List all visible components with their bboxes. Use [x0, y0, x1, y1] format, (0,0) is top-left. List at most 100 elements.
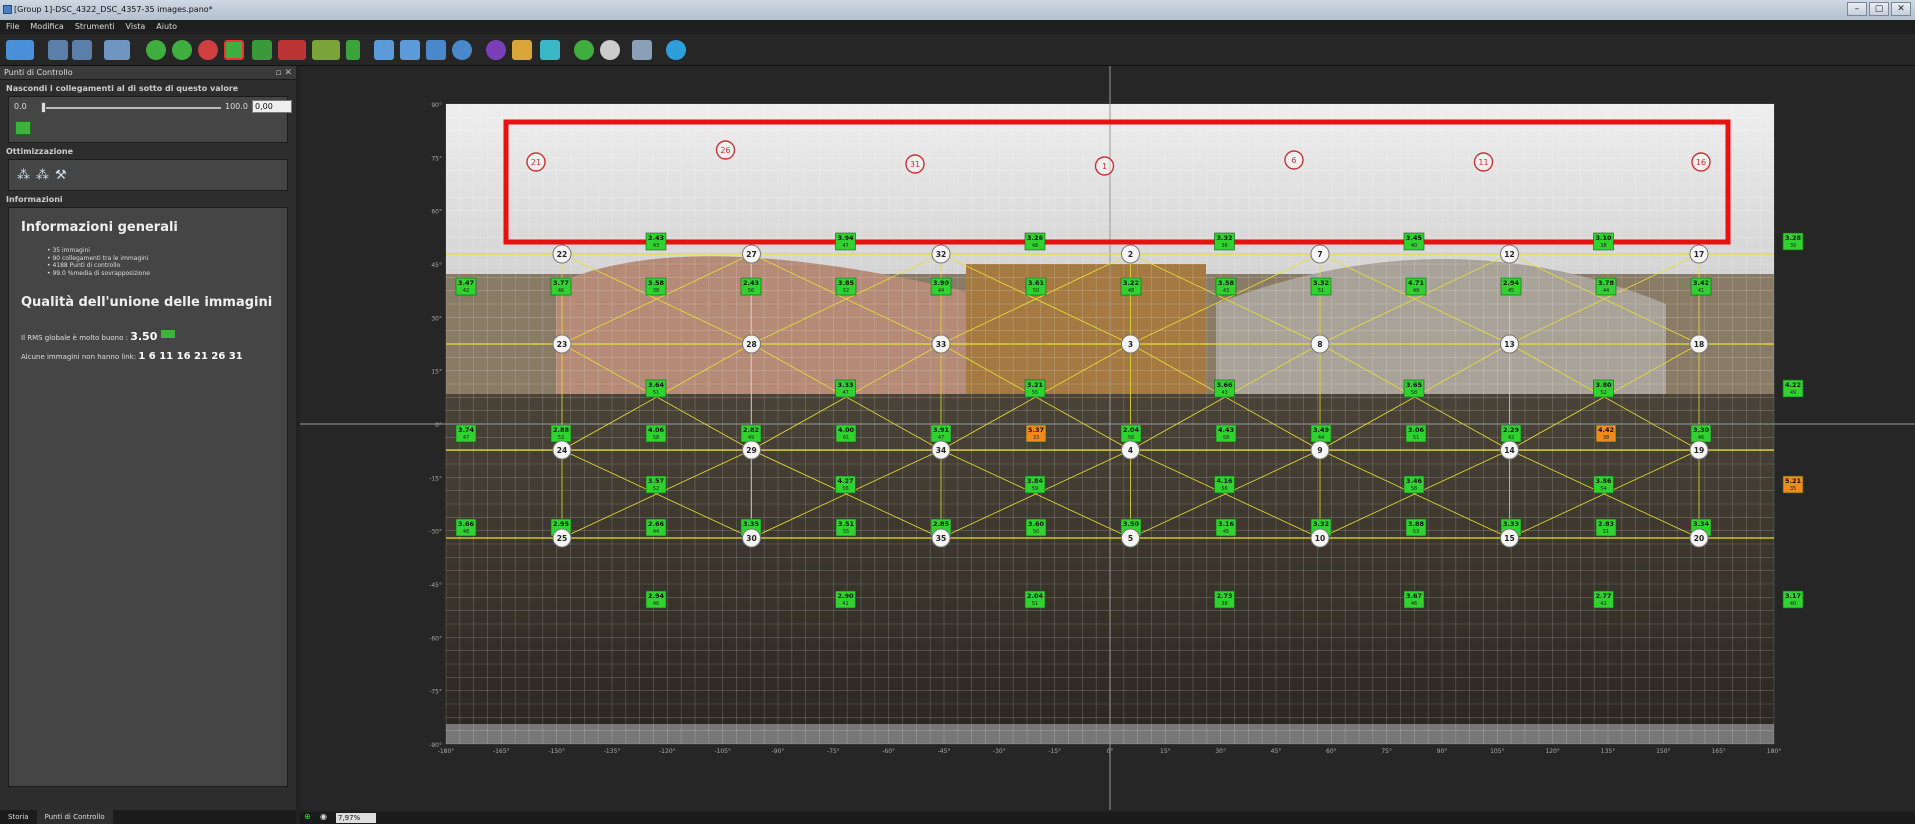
rms-line: Il RMS globale è molto buono : 3.50 [21, 330, 275, 343]
zoom-fit-icon[interactable]: ⊕ [304, 812, 311, 821]
link-rms-value: 3.28 [1785, 234, 1802, 242]
toolbar [0, 34, 1915, 66]
link-rms-value: 2.66 [648, 520, 665, 528]
bottom-tabs: Storia Punti di Controllo [0, 810, 296, 824]
new-project-icon[interactable] [6, 40, 34, 60]
ochre-building [966, 264, 1206, 404]
unlinked-image-label: 6 [1291, 156, 1296, 165]
link-point-count: 43 [653, 243, 659, 249]
maximize-button[interactable]: ▢ [1869, 2, 1889, 16]
x-tick-label: 165° [1711, 748, 1725, 755]
x-tick-label: -165° [493, 748, 510, 755]
tab-history[interactable]: Storia [0, 810, 37, 824]
unlinked-image-label: 16 [1696, 158, 1706, 167]
link-point-count: 44 [653, 529, 659, 535]
link-point-count: 56 [748, 288, 754, 294]
menu-edit[interactable]: Modifica [30, 20, 63, 34]
minimize-button[interactable]: – [1847, 2, 1867, 16]
link-rms-value: 3.10 [1595, 234, 1612, 242]
link-rms-value: 2.85 [933, 520, 950, 528]
image-node-label: 33 [936, 340, 946, 349]
tab-control-points[interactable]: Punti di Controllo [36, 810, 113, 824]
move-image-icon[interactable] [400, 40, 420, 60]
projection-icon[interactable] [104, 40, 130, 60]
delete-control-point-icon[interactable] [198, 40, 218, 60]
optimize-images-icon[interactable]: ⁂ [36, 168, 49, 183]
preview-icon[interactable] [540, 40, 560, 60]
link-point-count: 38 [1603, 435, 1609, 441]
panorama-viewport[interactable]: 21 26 31 1 6 11 16 2.43 43 3.94 47 3.26 48 3.32 36 3.45… [300, 66, 1915, 810]
move-control-point-icon[interactable] [172, 40, 192, 60]
optimize-points-icon[interactable]: ⁂ [17, 168, 30, 183]
link-rms-value: 3.06 [1408, 426, 1425, 434]
link-point-count: 49 [1790, 390, 1796, 396]
quality-heading: Qualità dell'unione delle immagini [21, 295, 273, 310]
link-rms-value: 3.32 [1313, 279, 1329, 287]
y-tick-label: 45° [431, 262, 442, 269]
threshold-slider-track[interactable] [45, 107, 221, 109]
panorama-canvas[interactable]: 212631 16 11 162.43433.94473.26483.32363.45… [300, 66, 1915, 810]
search-icon[interactable] [574, 40, 594, 60]
threshold-slider-handle[interactable] [41, 102, 46, 113]
straight-line-icon[interactable] [346, 40, 360, 60]
menu-help[interactable]: Aiuto [156, 20, 177, 34]
vertical-line-icon[interactable] [278, 40, 306, 60]
select-control-point-icon[interactable] [224, 40, 244, 60]
link-rms-value: 3.16 [1218, 520, 1235, 528]
link-point-count: 45 [1508, 288, 1514, 294]
link-point-count: 48 [1128, 288, 1134, 294]
x-tick-label: 135° [1601, 748, 1615, 755]
link-rms-value: 3.35 [743, 520, 760, 528]
wrench-icon[interactable] [632, 40, 652, 60]
link-point-count: 47 [938, 435, 944, 441]
threshold-spinbox[interactable]: 0,00 [252, 100, 292, 113]
link-rms-value: 2.95 [553, 520, 570, 528]
image-node-label: 8 [1317, 340, 1322, 349]
link-rms-value: 3.34 [1693, 520, 1710, 528]
unlinked-images-line: Alcune immagini non hanno link: 1 6 11 1… [21, 351, 243, 362]
link-point-count: 42 [1508, 435, 1514, 441]
panel-close-icon[interactable]: ▫ ✕ [275, 66, 292, 80]
rotate-image-icon[interactable] [426, 40, 446, 60]
link-point-count: 53 [558, 435, 564, 441]
auto-align-icon[interactable] [486, 40, 506, 60]
link-point-count: 39 [1790, 243, 1796, 249]
control-points-panel: Punti di Controllo ▫ ✕ Nascondi i colleg… [0, 66, 296, 810]
help-icon[interactable] [666, 40, 686, 60]
link-point-count: 40 [1790, 601, 1796, 607]
link-point-count: 43 [1221, 390, 1227, 396]
link-point-count: 55 [1032, 390, 1038, 396]
horizontal-line-icon[interactable] [312, 40, 340, 60]
image-node-label: 4 [1128, 446, 1133, 455]
zoom-reset-icon[interactable]: ◉ [320, 812, 327, 821]
zoom-spinbox[interactable]: 7,97% [336, 813, 376, 823]
x-tick-label: 60° [1326, 748, 1337, 755]
menu-file[interactable]: File [6, 20, 19, 34]
link-rms-value: 2.94 [1503, 279, 1520, 287]
menu-view[interactable]: Vista [126, 20, 146, 34]
y-tick-label: 0° [435, 422, 442, 429]
link-rms-value: 3.42 [1693, 279, 1709, 287]
redo-icon[interactable] [72, 40, 92, 60]
y-tick-label: 60° [431, 209, 442, 216]
undo-icon[interactable] [48, 40, 68, 60]
center-icon[interactable] [452, 40, 472, 60]
menu-tools[interactable]: Strumenti [75, 20, 115, 34]
close-button[interactable]: ✕ [1891, 2, 1911, 16]
link-point-count: 54 [1600, 486, 1606, 492]
image-node-label: 35 [936, 534, 946, 543]
gear-icon[interactable] [600, 40, 620, 60]
link-point-count: 51 [1603, 529, 1609, 535]
add-control-point-icon[interactable] [146, 40, 166, 60]
optimize-wrench-icon[interactable]: ⚒ [55, 168, 67, 183]
link-point-count: 38 [653, 288, 659, 294]
link-rms-value: 4.16 [1216, 477, 1233, 485]
apply-threshold-icon[interactable] [15, 121, 31, 135]
color-correction-icon[interactable] [512, 40, 532, 60]
link-point-count: 48 [463, 529, 469, 535]
link-point-count: 36 [1221, 243, 1227, 249]
link-point-count: 46 [1698, 435, 1704, 441]
select-image-icon[interactable] [374, 40, 394, 60]
quality-flag-icon [161, 330, 176, 338]
grid-point-icon[interactable] [252, 40, 272, 60]
